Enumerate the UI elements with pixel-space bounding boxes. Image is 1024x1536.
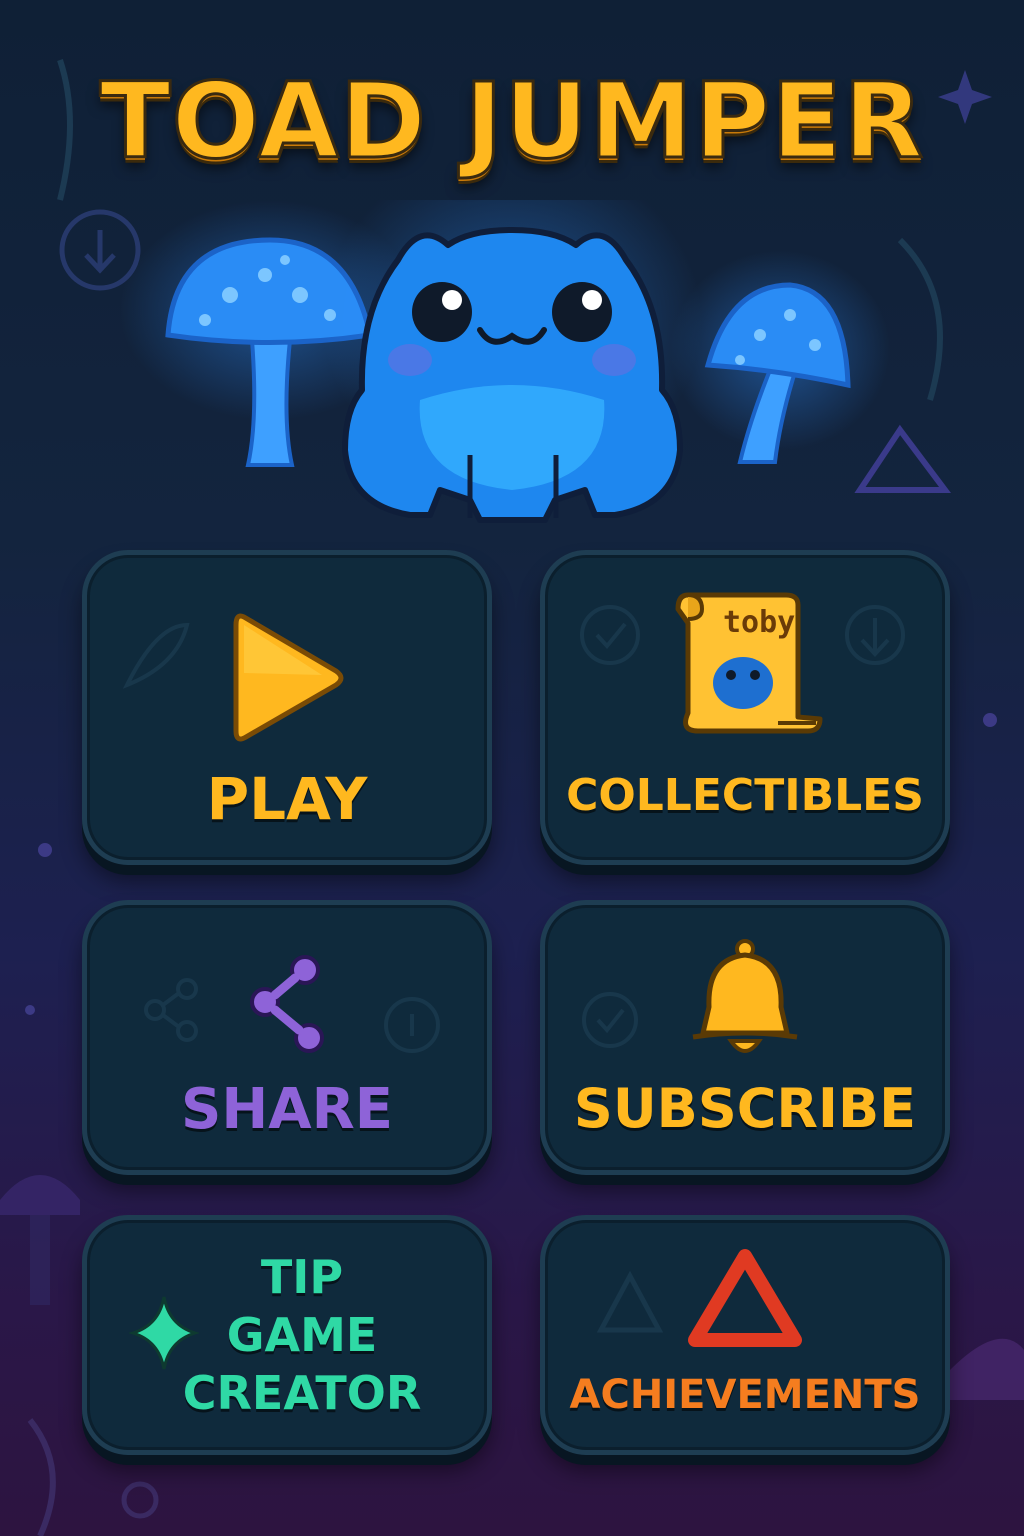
tip-label-line-1: TIP [260,1250,344,1304]
tip-label-line-2: GAME [226,1308,378,1362]
subscribe-label: SUBSCRIBE [573,1077,917,1140]
share-decoration-icon [144,978,198,1042]
game-title: TOAD JUMPER [98,59,925,184]
share-icon [250,955,324,1053]
collectibles-button[interactable]: toby COLLECTIBLES [540,550,950,865]
leaf-decoration-icon [122,622,190,689]
hero-artwork [120,200,890,523]
tip-label-group: TIP GAME CREATOR [183,1248,422,1422]
check-circle-decoration-icon [582,992,638,1048]
lock-circle-decoration-icon [384,997,440,1053]
bell-icon [692,939,798,1053]
tip-label-line-3: CREATOR [182,1366,422,1420]
play-triangle-icon [233,613,344,742]
arrow-circle-decoration-icon [845,605,905,665]
collectible-name: toby [723,605,796,640]
play-label: PLAY [206,765,368,833]
sparkle-icon [129,1296,199,1370]
toad-mascot-icon [322,200,702,523]
check-circle-decoration-icon [580,605,640,665]
right-mushroom-icon [670,250,890,464]
share-label: SHARE [181,1077,393,1142]
play-button[interactable]: PLAY [82,550,492,865]
achievements-label: ACHIEVEMENTS [569,1372,921,1418]
triangle-icon [688,1249,802,1347]
collectibles-label: COLLECTIBLES [566,770,924,821]
subscribe-button[interactable]: SUBSCRIBE [540,900,950,1175]
achievements-button[interactable]: ACHIEVEMENTS [540,1215,950,1455]
triangle-decoration-icon [596,1270,664,1333]
share-button[interactable]: SHARE [82,900,492,1175]
tip-game-creator-button[interactable]: TIP GAME CREATOR [82,1215,492,1455]
